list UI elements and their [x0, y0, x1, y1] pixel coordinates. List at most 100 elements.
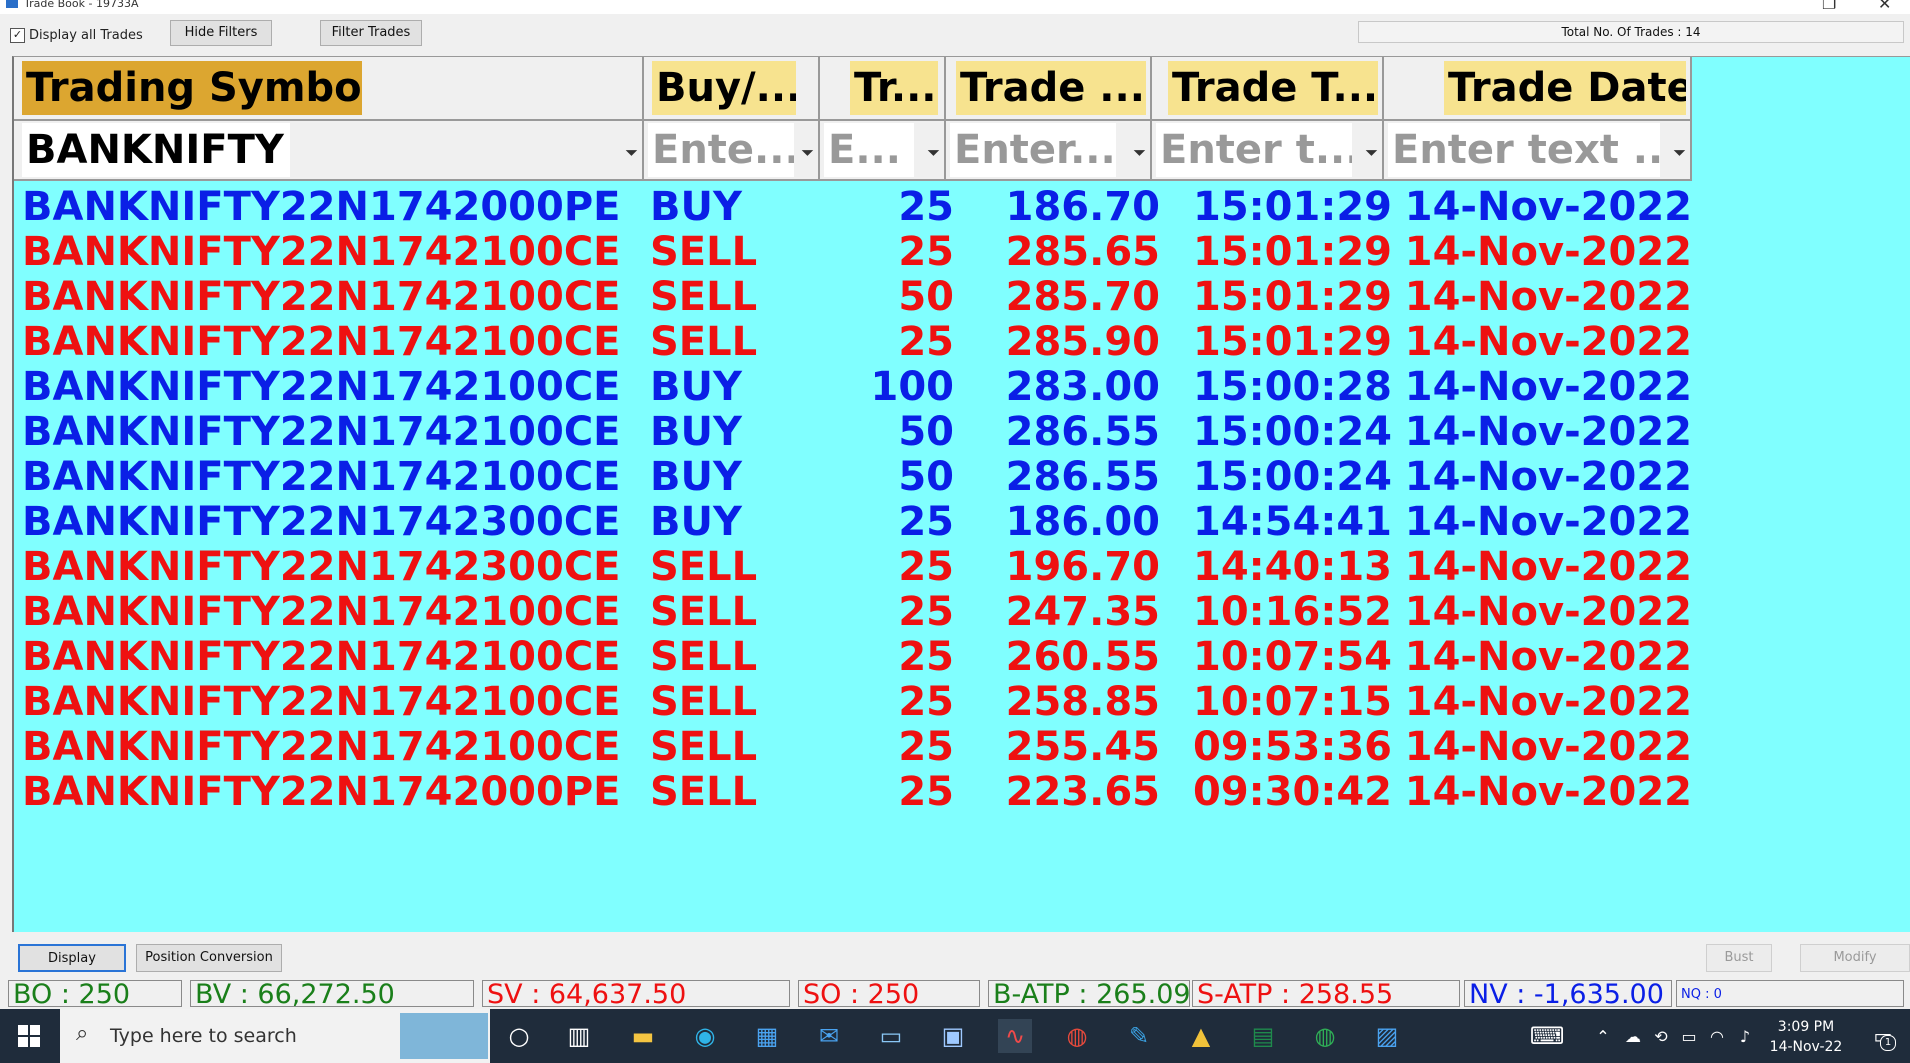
windows-start-icon[interactable] [12, 1019, 46, 1053]
filter-trade-time[interactable]: Enter t... ⏷ [1152, 121, 1384, 179]
filter-buy-sell-input[interactable]: Ente... [648, 123, 794, 177]
filter-trade-price[interactable]: Enter... ⏷ [946, 121, 1152, 179]
filter-funnel-icon[interactable]: ⏷ [927, 143, 940, 163]
filter-buy-sell[interactable]: Ente... ⏷ [644, 121, 820, 179]
filter-qty-input[interactable]: E... [824, 123, 914, 177]
cell-trade-price: 285.90 [1005, 320, 1160, 365]
filter-funnel-icon[interactable]: ⏷ [1365, 143, 1378, 163]
chrome-profile-icon[interactable]: ◍ [1308, 1019, 1342, 1053]
keyboard-icon[interactable]: ⌨ [1530, 1019, 1565, 1053]
cell-trading-symbol: BANKNIFTY22N1742300CE [22, 545, 621, 590]
table-row[interactable]: BANKNIFTY22N1742100CE SELL 25 260.55 10:07:5… [14, 635, 1692, 680]
filter-price-input[interactable]: Enter... [950, 123, 1116, 177]
cell-trade-date: 14-Nov-2022 [1404, 320, 1692, 365]
cell-trade-time: 15:00:24 [1193, 410, 1392, 455]
excel-icon[interactable]: ▤ [1246, 1019, 1280, 1053]
filter-funnel-icon[interactable]: ⏷ [1673, 143, 1686, 163]
status-net-qty: NQ : 0 [1676, 980, 1904, 1007]
cell-buy-sell: SELL [650, 275, 758, 320]
header-trading-symbol[interactable]: Trading Symbol [14, 57, 644, 119]
modify-button[interactable]: Modify [1800, 944, 1910, 972]
cell-trade-time: 15:01:29 [1193, 230, 1392, 275]
header-trade-qty[interactable]: Tr... [820, 57, 946, 119]
header-trade-price[interactable]: Trade ... [946, 57, 1152, 119]
table-row[interactable]: BANKNIFTY22N1742100CE SELL 25 285.65 15:01:2… [14, 230, 1692, 275]
position-conversion-button[interactable]: Position Conversion [136, 944, 282, 972]
edge-browser-icon[interactable]: ◉ [688, 1019, 722, 1053]
header-buy-sell[interactable]: Buy/... [644, 57, 820, 119]
cell-buy-sell: BUY [650, 500, 742, 545]
filter-date-input[interactable]: Enter text ... [1388, 123, 1660, 177]
cell-trade-date: 14-Nov-2022 [1404, 680, 1692, 725]
checkbox-check-icon[interactable]: ✓ [10, 28, 25, 43]
display-button[interactable]: Display [18, 944, 126, 972]
window-app-icon[interactable]: ▣ [936, 1019, 970, 1053]
mail-icon[interactable]: ✉ [812, 1019, 846, 1053]
status-bar: BO : 250 BV : 66,272.50 SV : 64,637.50 S… [0, 978, 1910, 1009]
filter-trade-qty[interactable]: E... ⏷ [820, 121, 946, 179]
cell-buy-sell: SELL [650, 635, 758, 680]
table-row[interactable]: BANKNIFTY22N1742100CE BUY 50 286.55 15:00:24… [14, 455, 1692, 500]
filter-funnel-icon[interactable]: ⏷ [1133, 143, 1146, 163]
table-row[interactable]: BANKNIFTY22N1742100CE SELL 25 258.85 10:07:1… [14, 680, 1692, 725]
table-row[interactable]: BANKNIFTY22N1742100CE BUY 50 286.55 15:00:24… [14, 410, 1692, 455]
cell-trade-qty: 50 [898, 455, 954, 500]
bust-button[interactable]: Bust [1706, 944, 1772, 972]
notification-count-badge: 1 [1880, 1035, 1896, 1051]
store-icon[interactable]: ▦ [750, 1019, 784, 1053]
cell-trade-time: 15:01:29 [1193, 185, 1392, 230]
cortana-icon[interactable]: ○ [502, 1019, 536, 1053]
header-label: Buy/... [652, 61, 796, 115]
task-view-icon[interactable]: ▥ [562, 1019, 596, 1053]
table-row[interactable]: BANKNIFTY22N1742000PE BUY 25 186.70 15:01:29… [14, 185, 1692, 230]
table-row[interactable]: BANKNIFTY22N1742300CE SELL 25 196.70 14:40:1… [14, 545, 1692, 590]
cell-trade-date: 14-Nov-2022 [1404, 275, 1692, 320]
filter-trade-date[interactable]: Enter text ... ⏷ [1384, 121, 1692, 179]
drive-icon[interactable]: ▲ [1184, 1019, 1218, 1053]
display-all-trades-checkbox[interactable]: ✓ Display all Trades [10, 28, 143, 43]
network-app-icon[interactable]: ▭ [874, 1019, 908, 1053]
filter-trading-symbol[interactable]: BANKNIFTY ⏷ [14, 121, 644, 179]
table-row[interactable]: BANKNIFTY22N1742000PE SELL 25 223.65 09:30:4… [14, 770, 1692, 815]
cell-trade-qty: 25 [898, 230, 954, 275]
table-row[interactable]: BANKNIFTY22N1742100CE SELL 25 285.90 15:01:2… [14, 320, 1692, 365]
cell-trade-date: 14-Nov-2022 [1404, 410, 1692, 455]
cell-trade-price: 223.65 [1005, 770, 1160, 815]
cell-buy-sell: SELL [650, 590, 758, 635]
cell-trade-price: 285.65 [1005, 230, 1160, 275]
table-row[interactable]: BANKNIFTY22N1742100CE SELL 25 247.35 10:16:5… [14, 590, 1692, 635]
filter-trades-button[interactable]: Filter Trades [320, 20, 422, 46]
snip-tool-icon[interactable]: ✎ [1122, 1019, 1156, 1053]
taskbar-search-box[interactable]: ⌕ Type here to search [60, 1009, 490, 1063]
cell-trade-qty: 100 [870, 365, 955, 410]
search-icon: ⌕ [76, 1021, 89, 1046]
filter-time-input[interactable]: Enter t... [1156, 123, 1352, 177]
cell-trade-qty: 25 [898, 635, 954, 680]
taskbar-clock[interactable]: 3:09 PM 14-Nov-22 [1756, 1017, 1856, 1057]
chrome-icon[interactable]: ◍ [1060, 1019, 1094, 1053]
cell-trade-time: 15:00:24 [1193, 455, 1392, 500]
table-row[interactable]: BANKNIFTY22N1742100CE BUY 100 283.00 15:00:2… [14, 365, 1692, 410]
header-trade-time[interactable]: Trade T... [1152, 57, 1384, 119]
filter-funnel-icon[interactable]: ⏷ [625, 143, 638, 163]
hide-filters-button[interactable]: Hide Filters [170, 20, 272, 46]
cell-buy-sell: SELL [650, 320, 758, 365]
filter-funnel-icon[interactable]: ⏷ [801, 143, 814, 163]
trading-app-icon[interactable]: ∿ [998, 1019, 1032, 1053]
photos-icon[interactable]: ▨ [1370, 1019, 1404, 1053]
app-icon [6, 0, 18, 8]
cell-trade-price: 285.70 [1005, 275, 1160, 320]
close-icon[interactable]: ✕ [1878, 0, 1891, 13]
header-trade-date[interactable]: Trade Date [1384, 57, 1692, 119]
restore-icon[interactable]: ❐ [1822, 0, 1836, 13]
cell-trading-symbol: BANKNIFTY22N1742100CE [22, 230, 621, 275]
table-row[interactable]: BANKNIFTY22N1742100CE SELL 25 255.45 09:53:3… [14, 725, 1692, 770]
table-row[interactable]: BANKNIFTY22N1742300CE BUY 25 186.00 14:54:41… [14, 500, 1692, 545]
show-hidden-icons-chevron-icon[interactable]: ⌃ [1586, 1019, 1620, 1053]
cell-trade-price: 258.85 [1005, 680, 1160, 725]
search-highlight-image [400, 1013, 488, 1059]
table-row[interactable]: BANKNIFTY22N1742100CE SELL 50 285.70 15:01:2… [14, 275, 1692, 320]
filter-symbol-input[interactable]: BANKNIFTY [22, 123, 290, 177]
file-explorer-icon[interactable]: ▬ [626, 1019, 660, 1053]
cell-trade-time: 10:07:15 [1193, 680, 1392, 725]
